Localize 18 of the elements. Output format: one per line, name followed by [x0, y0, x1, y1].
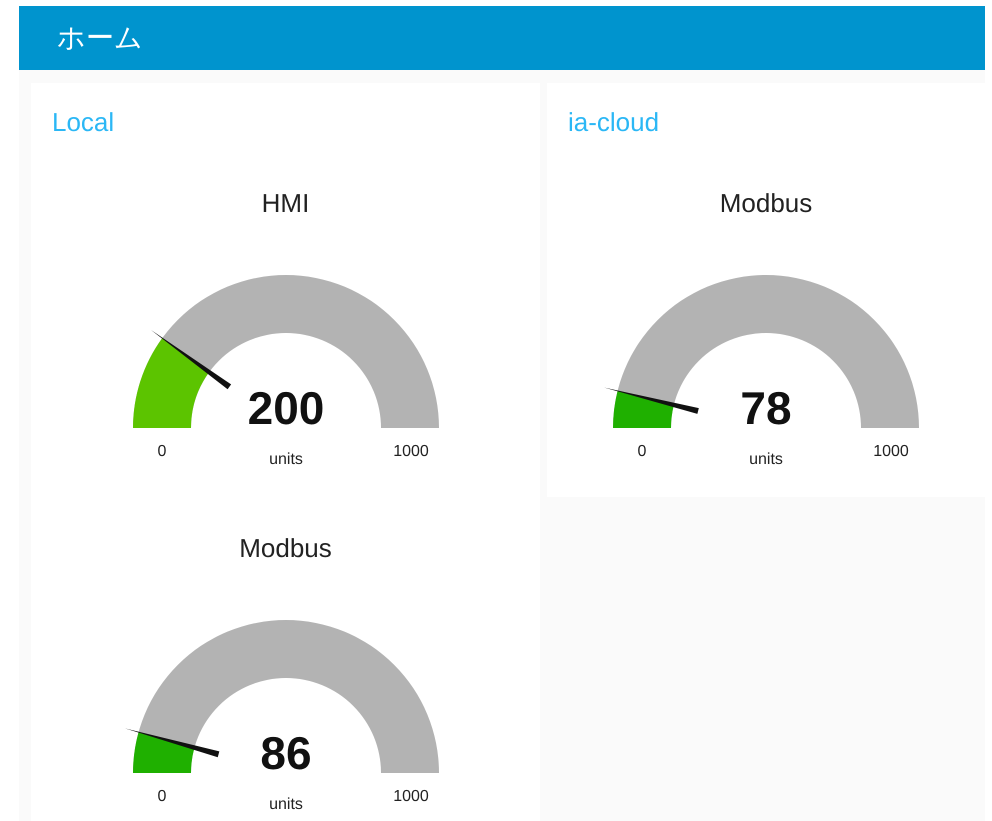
gauge-units: units: [749, 451, 783, 468]
gauge-value: 86: [260, 727, 312, 779]
gauge-title: Modbus: [720, 188, 812, 218]
gauge-min-label: 0: [157, 443, 166, 460]
gauge-value: 78: [740, 382, 792, 434]
gauge-title: HMI: [262, 188, 310, 218]
page-title: ホーム: [57, 20, 143, 56]
gauge-max-label: 1000: [873, 443, 909, 460]
gauge-max-label: 1000: [392, 443, 428, 460]
gauge-units: units: [268, 796, 302, 813]
group-title: Local: [52, 107, 114, 137]
gauge-value: 200: [247, 382, 324, 434]
gauge-min-label: 0: [157, 788, 166, 805]
gauge-min-label: 0: [638, 443, 646, 460]
gauge-units: units: [268, 451, 302, 468]
gauge-max-label: 1000: [392, 788, 428, 805]
gauge-title: Modbus: [239, 533, 332, 563]
group-title: ia-cloud: [568, 107, 660, 137]
